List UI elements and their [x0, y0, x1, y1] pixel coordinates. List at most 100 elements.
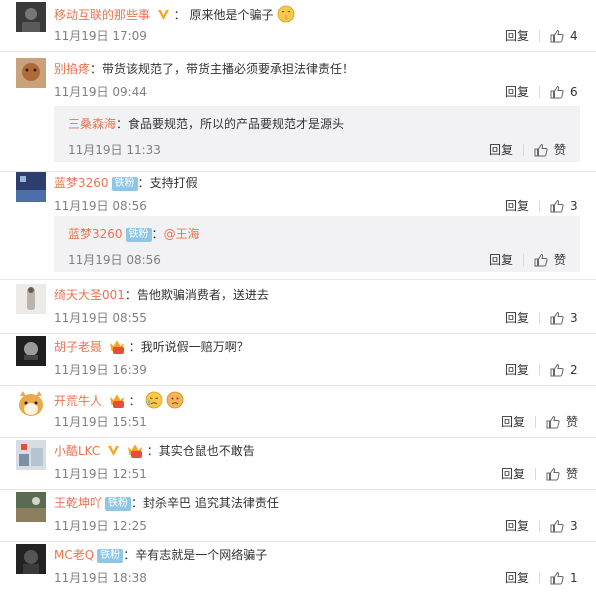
like-button[interactable]: 2 — [550, 362, 578, 378]
thumbs-up-icon — [546, 415, 560, 429]
comment-text: 其实仓鼠也不敢告 — [158, 444, 255, 458]
like-count: 3 — [570, 311, 578, 325]
reply-button[interactable]: 回复 — [505, 518, 529, 534]
verified-v-icon — [157, 10, 169, 20]
sub-reply: 三桑森海：食品要规范，所以的产品要规范才是源头 11月19日 11:33 回复 … — [54, 106, 580, 162]
avatar[interactable] — [16, 336, 46, 366]
username-link[interactable]: 蓝梦3260 — [68, 227, 123, 241]
username-link[interactable]: 小酷LKC — [54, 444, 100, 458]
like-button[interactable]: 赞 — [534, 252, 566, 268]
like-button[interactable]: 赞 — [546, 466, 578, 482]
comment-time: 11月19日 16:39 — [54, 363, 147, 377]
avatar[interactable] — [16, 544, 46, 574]
like-count: 3 — [570, 199, 578, 213]
comment-item: 王乾坤吖 铁粉 ：封杀辛巴 追究其法律责任 11月19日 12:25 回复 3 — [0, 492, 596, 542]
like-button[interactable]: 4 — [550, 28, 578, 44]
like-count: 4 — [570, 29, 578, 43]
like-count: 1 — [570, 571, 578, 585]
username-link[interactable]: 胡子老聂 — [54, 340, 102, 354]
comment-item: 小酷LKC ：其实仓鼠也不敢告 11月19日 12:51 回复 赞 — [0, 440, 596, 490]
comment-time: 11月19日 12:51 — [54, 467, 147, 481]
avatar[interactable] — [16, 492, 46, 522]
comment-item: 移动互联的那些事 ： 原来他是个骗子 11月19日 17:09 回复 4 — [0, 2, 596, 52]
like-label: 赞 — [565, 467, 578, 481]
username-link[interactable]: 三桑森海 — [68, 117, 116, 131]
member-crown-icon — [109, 394, 124, 408]
fan-badge: 铁粉 — [105, 497, 132, 511]
comment-text: 带货该规范了，带货主播必须要承担法律责任！ — [102, 62, 355, 76]
thumbs-up-icon — [550, 85, 564, 99]
avatar[interactable] — [16, 440, 46, 470]
username-link[interactable]: MC老Q — [54, 548, 94, 562]
comment-text: 封杀辛巴 追究其法律责任 — [143, 496, 279, 510]
comment-item: 胡子老聂 ：我听说假一赔万啊？ 11月19日 16:39 回复 2 — [0, 336, 596, 386]
comment-text: 我听说假一赔万啊？ — [140, 340, 249, 354]
comment-item: 别掐疼：带货该规范了，带货主播必须要承担法律责任！ 11月19日 09:44 回… — [0, 58, 596, 172]
shush-emoji-icon — [277, 5, 295, 23]
like-button[interactable]: 赞 — [546, 414, 578, 430]
reply-button[interactable]: 回复 — [501, 466, 525, 482]
like-label: 赞 — [553, 143, 566, 157]
member-crown-icon — [127, 444, 142, 458]
avatar[interactable] — [16, 284, 46, 314]
reply-button[interactable]: 回复 — [489, 252, 513, 268]
like-button[interactable]: 3 — [550, 518, 578, 534]
crying-emoji-icon — [145, 391, 162, 409]
comment-time: 11月19日 18:38 — [54, 571, 147, 585]
comment-text: 食品要规范，所以的产品要规范才是源头 — [128, 117, 345, 131]
like-label: 赞 — [553, 253, 566, 267]
username-link[interactable]: 开荒牛人 — [54, 394, 102, 408]
username-link[interactable]: 绮天大圣001 — [54, 288, 125, 302]
username-link[interactable]: 王乾坤吖 — [54, 496, 102, 510]
username-link[interactable]: 别掐疼 — [54, 62, 90, 76]
comment-item: 绮天大圣001：告他欺骗消费者，送进去 11月19日 08:55 回复 3 — [0, 284, 596, 334]
thumbs-up-icon — [550, 571, 564, 585]
comment-time: 11月19日 08:56 — [68, 253, 161, 267]
like-button[interactable]: 3 — [550, 310, 578, 326]
avatar[interactable] — [16, 172, 46, 202]
reply-button[interactable]: 回复 — [505, 198, 529, 214]
fan-badge: 铁粉 — [125, 228, 152, 242]
reply-button[interactable]: 回复 — [505, 310, 529, 326]
thumbs-up-icon — [534, 143, 548, 157]
comment-time: 11月19日 11:33 — [68, 143, 161, 157]
comment-time: 11月19日 12:25 — [54, 519, 147, 533]
comment-time: 11月19日 08:55 — [54, 311, 147, 325]
comment-time: 11月19日 15:51 — [54, 415, 147, 429]
reply-button[interactable]: 回复 — [489, 142, 513, 158]
like-button[interactable]: 3 — [550, 198, 578, 214]
mention-link[interactable]: @王海 — [164, 227, 200, 241]
comment-time: 11月19日 17:09 — [54, 29, 147, 43]
comment-text: 告他欺骗消费者，送进去 — [136, 288, 269, 302]
thumbs-up-icon — [550, 199, 564, 213]
like-button[interactable]: 1 — [550, 570, 578, 586]
comment-feed: 移动互联的那些事 ： 原来他是个骗子 11月19日 17:09 回复 4 别掐疼… — [0, 0, 596, 594]
like-count: 3 — [570, 519, 578, 533]
thumbs-up-icon — [546, 467, 560, 481]
reply-button[interactable]: 回复 — [505, 28, 529, 44]
thumbs-up-icon — [550, 363, 564, 377]
member-crown-icon — [109, 340, 124, 354]
fan-badge: 铁粉 — [111, 177, 138, 191]
reply-button[interactable]: 回复 — [505, 362, 529, 378]
thumbs-up-icon — [534, 253, 548, 267]
like-count: 6 — [570, 85, 578, 99]
verified-v-icon — [108, 446, 120, 456]
avatar[interactable] — [16, 58, 46, 88]
reply-button[interactable]: 回复 — [505, 570, 529, 586]
comment-text: 辛有志就是一个网络骗子 — [135, 548, 268, 562]
username-link[interactable]: 蓝梦3260 — [54, 176, 109, 190]
comment-item: MC老Q 铁粉 ：辛有志就是一个网络骗子 11月19日 18:38 回复 1 — [0, 544, 596, 594]
username-link[interactable]: 移动互联的那些事 — [54, 8, 150, 22]
avatar[interactable] — [16, 388, 46, 418]
avatar[interactable] — [16, 2, 46, 32]
reply-button[interactable]: 回复 — [505, 84, 529, 100]
fan-badge: 铁粉 — [97, 549, 124, 563]
like-button[interactable]: 6 — [550, 84, 578, 100]
reply-button[interactable]: 回复 — [501, 414, 525, 430]
like-button[interactable]: 赞 — [534, 142, 566, 158]
comment-item: 蓝梦3260 铁粉 ：支持打假 11月19日 08:56 回复 3 蓝梦3260 铁粉… — [0, 172, 596, 280]
thumbs-up-icon — [550, 29, 564, 43]
sad-emoji-icon — [166, 391, 184, 409]
comment-time: 11月19日 08:56 — [54, 199, 147, 213]
